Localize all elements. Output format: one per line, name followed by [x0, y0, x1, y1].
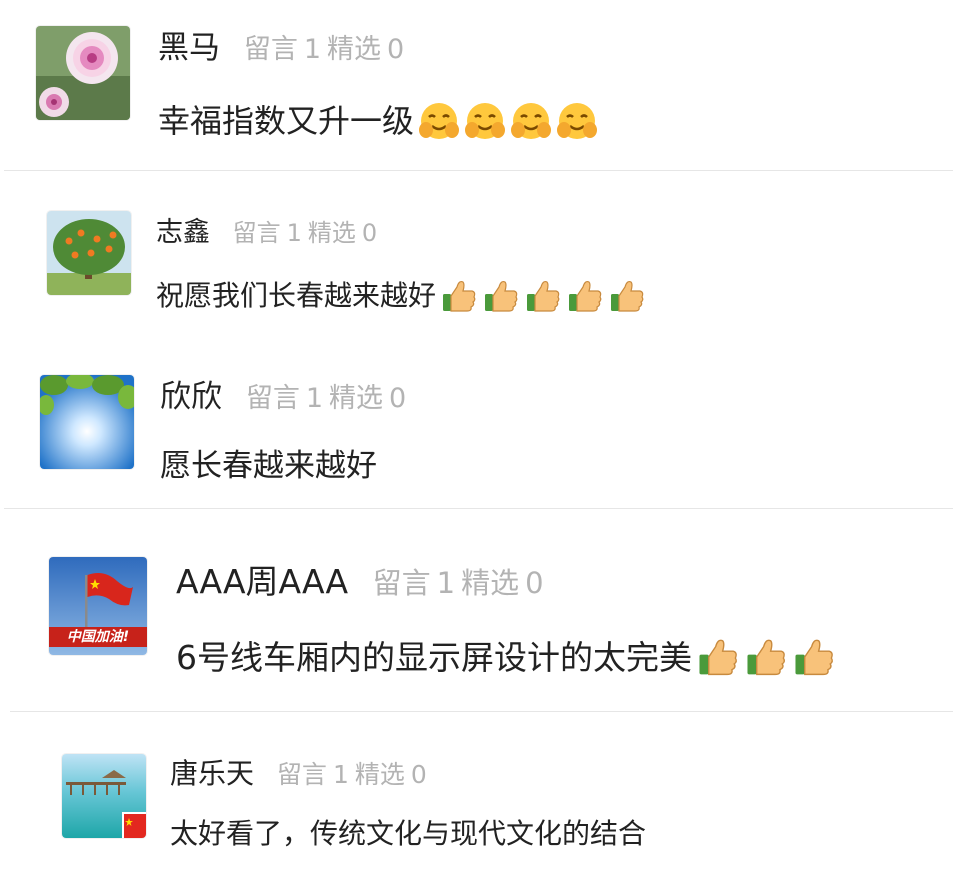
comment-item: 黑马 留言 1 精选 0 幸福指数又升一级 — [0, 0, 953, 170]
pink-flower-icon — [36, 26, 130, 120]
comment-stats: 留言 1 精选 0 — [277, 760, 433, 789]
reply-label: 留言 — [232, 219, 281, 247]
grinning-hands-emoji-icon — [418, 100, 460, 142]
featured-label: 精选 — [307, 219, 356, 247]
comment-meta: 志鑫 留言 1 精选 0 — [156, 219, 383, 246]
reply-count: 1 — [305, 383, 324, 414]
thumbs-up-emoji-icon — [696, 635, 740, 679]
user-name[interactable]: 志鑫 — [156, 217, 210, 248]
comment-item: 欣欣 留言 1 精选 0 愿长春越来越好 — [0, 342, 953, 508]
comment-item: 唐乐天 留言 1 精选 0 太好看了，传统文化与现代文化的结合 — [0, 712, 953, 872]
thumbs-up-emoji-icon — [440, 277, 478, 315]
comment-stats: 留言 1 精选 0 — [246, 383, 412, 414]
featured-label: 精选 — [354, 760, 405, 789]
comment-meta: AAA周AAA 留言 1 精选 0 — [176, 565, 550, 598]
sea-pier-icon — [62, 754, 146, 838]
comment-content: 幸福指数又升一级 — [158, 100, 602, 142]
grinning-hands-emoji-icon — [464, 100, 506, 142]
emoji-row — [418, 100, 602, 142]
reply-count: 1 — [286, 219, 302, 247]
comment-text: 祝愿我们长春越来越好 — [156, 279, 437, 312]
comment-meta: 黑马 留言 1 精选 0 — [158, 33, 410, 64]
featured-count: 0 — [410, 760, 427, 789]
thumbs-up-emoji-icon — [792, 635, 836, 679]
emoji-row — [696, 635, 840, 679]
grinning-hands-emoji-icon — [556, 100, 598, 142]
user-name[interactable]: AAA周AAA — [176, 562, 348, 601]
comment-stats: 留言 1 精选 0 — [373, 566, 550, 600]
reply-label: 留言 — [372, 566, 431, 600]
avatar-china-flag[interactable]: 中国加油! — [49, 557, 147, 655]
user-name[interactable]: 唐乐天 — [170, 757, 254, 790]
user-name[interactable]: 黑马 — [158, 30, 220, 66]
comment-content: 祝愿我们长春越来越好 — [156, 277, 650, 315]
comment-text: 6号线车厢内的显示屏设计的太完美 — [176, 637, 692, 677]
featured-count: 0 — [387, 34, 405, 65]
featured-count: 0 — [389, 383, 407, 414]
comment-meta: 欣欣 留言 1 精选 0 — [160, 382, 412, 413]
comment-content: 愿长春越来越好 — [160, 451, 377, 482]
avatar-orange-tree[interactable] — [47, 211, 131, 295]
grinning-hands-emoji-icon — [510, 100, 552, 142]
reply-label: 留言 — [276, 760, 327, 789]
comment-stats: 留言 1 精选 0 — [244, 34, 410, 65]
featured-count: 0 — [361, 219, 378, 247]
featured-label: 精选 — [461, 566, 520, 600]
reply-label: 留言 — [243, 34, 298, 65]
comment-stats: 留言 1 精选 0 — [233, 219, 384, 247]
avatar-sea-pier[interactable] — [62, 754, 146, 838]
reply-count: 1 — [303, 34, 322, 65]
comment-text: 太好看了，传统文化与现代文化的结合 — [170, 817, 647, 850]
reply-count: 1 — [332, 760, 349, 789]
thumbs-up-emoji-icon — [482, 277, 520, 315]
emoji-row — [440, 277, 650, 315]
comment-content: 太好看了，传统文化与现代文化的结合 — [170, 820, 646, 848]
comment-item: 志鑫 留言 1 精选 0 祝愿我们长春越来越好 — [0, 171, 953, 341]
avatar-caption: 中国加油! — [66, 629, 130, 645]
reply-count: 1 — [436, 566, 456, 600]
comment-text: 愿长春越来越好 — [160, 448, 377, 484]
thumbs-up-emoji-icon — [524, 277, 562, 315]
orange-tree-icon — [47, 211, 131, 295]
user-name[interactable]: 欣欣 — [160, 379, 222, 415]
thumbs-up-emoji-icon — [744, 635, 788, 679]
thumbs-up-emoji-icon — [566, 277, 604, 315]
featured-count: 0 — [525, 566, 544, 600]
sun-leaves-icon — [40, 375, 134, 469]
featured-label: 精选 — [327, 34, 382, 65]
thumbs-up-emoji-icon — [608, 277, 646, 315]
comment-content: 6号线车厢内的显示屏设计的太完美 — [176, 635, 840, 679]
comment-text: 幸福指数又升一级 — [158, 102, 415, 140]
comment-meta: 唐乐天 留言 1 精选 0 — [170, 760, 433, 788]
avatar-sun-leaves[interactable] — [40, 375, 134, 469]
featured-label: 精选 — [329, 383, 384, 414]
reply-label: 留言 — [245, 383, 300, 414]
comment-item: 中国加油! AAA周AAA 留言 1 精选 0 6号线车厢内的显示屏设计的太完美 — [0, 509, 953, 711]
avatar-pink-flower[interactable] — [36, 26, 130, 120]
